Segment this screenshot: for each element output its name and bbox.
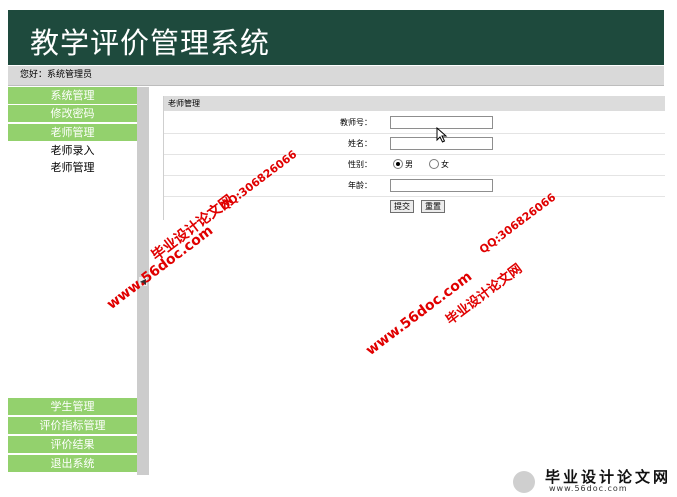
gender-female-radio[interactable] bbox=[429, 159, 439, 169]
reset-button[interactable]: 重置 bbox=[421, 200, 445, 213]
form-row-teacher-no: 教师号： bbox=[164, 113, 665, 134]
sidebar-item-evaluation-index[interactable]: 评价指标管理 bbox=[8, 417, 137, 435]
sidebar-item-teacher-management[interactable]: 老师管理 bbox=[8, 124, 137, 142]
sidebar-item-evaluation-results[interactable]: 评价结果 bbox=[8, 436, 137, 454]
submit-button[interactable]: 提交 bbox=[390, 200, 414, 213]
teacher-no-label: 教师号： bbox=[340, 118, 372, 127]
welcome-bar: 您好：系统管理员 bbox=[8, 66, 664, 86]
age-input[interactable] bbox=[390, 179, 493, 192]
gender-male-radio[interactable] bbox=[393, 159, 403, 169]
gender-male-label: 男 bbox=[405, 160, 413, 169]
sidebar-item-student-management[interactable]: 学生管理 bbox=[8, 398, 137, 416]
sidebar-item-system[interactable]: 系统管理 bbox=[8, 87, 137, 105]
form-row-name: 姓名： bbox=[164, 134, 665, 155]
sidebar-subitem-teacher-entry[interactable]: 老师录入 bbox=[8, 143, 137, 159]
sidebar-item-change-password[interactable]: 修改密码 bbox=[8, 105, 137, 123]
name-label: 姓名： bbox=[348, 139, 372, 148]
welcome-text: 您好：系统管理员 bbox=[20, 70, 93, 80]
mouse-cursor-icon bbox=[436, 127, 448, 143]
footer-logo-url: www.56doc.com bbox=[549, 484, 628, 493]
app-header: 教学评价管理系统 bbox=[8, 10, 664, 65]
sidebar-item-logout[interactable]: 退出系统 bbox=[8, 455, 137, 473]
footer-logo: 毕业设计论文网 www.56doc.com bbox=[513, 465, 673, 495]
panel-title: 老师管理 bbox=[168, 99, 200, 108]
app-title: 教学评价管理系统 bbox=[30, 26, 271, 60]
logo-icon bbox=[513, 471, 535, 493]
sidebar-subitem-teacher-list[interactable]: 老师管理 bbox=[8, 160, 137, 176]
panel-header: 老师管理 bbox=[164, 96, 665, 111]
gender-female-label: 女 bbox=[441, 160, 449, 169]
form-row-gender: 性别： 男 女 bbox=[164, 155, 665, 176]
sidebar: 系统管理 修改密码 老师管理 老师录入 老师管理 学生管理 评价指标管理 评价结… bbox=[8, 87, 137, 475]
age-label: 年龄： bbox=[348, 181, 372, 190]
